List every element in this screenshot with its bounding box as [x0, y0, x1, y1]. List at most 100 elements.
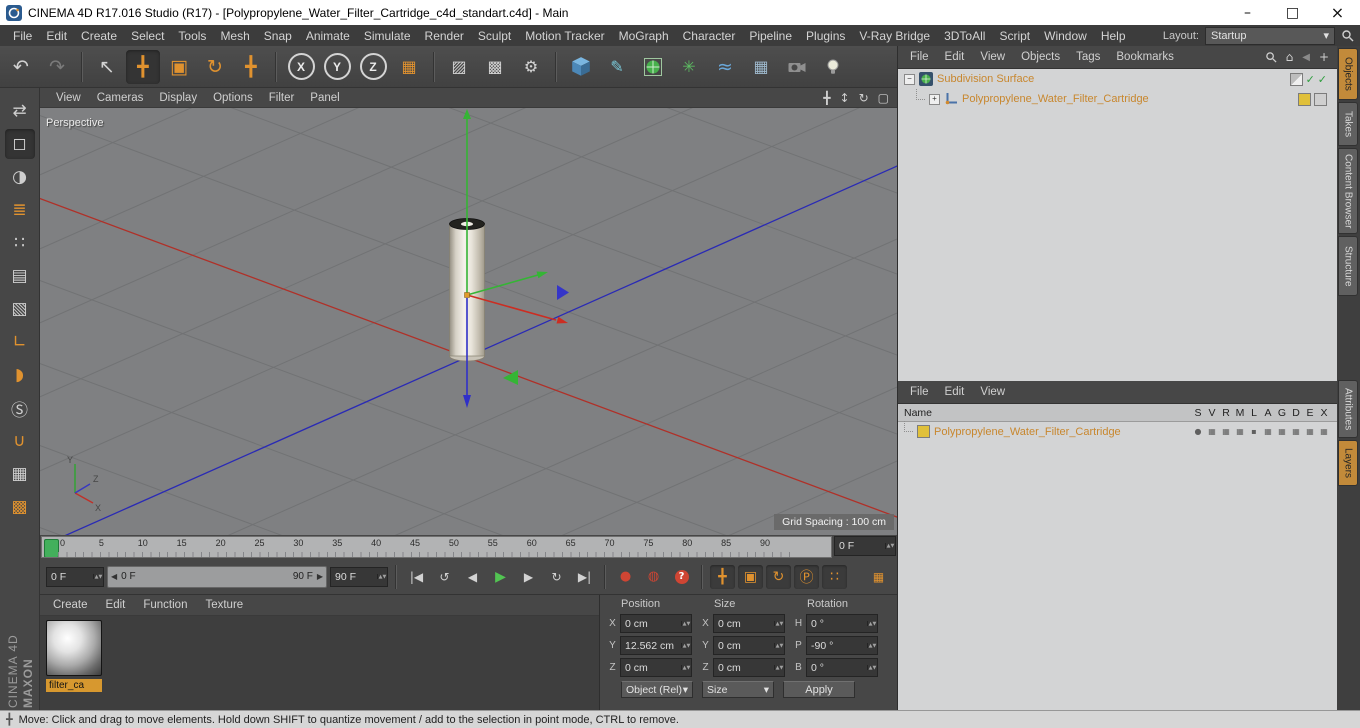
- tab-layers[interactable]: Layers: [1338, 440, 1358, 486]
- layer-manager-menu-item[interactable]: File: [902, 386, 937, 398]
- slider-left-handle-icon[interactable]: ◀: [111, 572, 117, 581]
- rotation-h-field[interactable]: 0 ° ▲▼: [806, 614, 878, 633]
- layer-manager-menu-item[interactable]: Edit: [937, 386, 973, 398]
- object-manager[interactable]: − Subdivision Surface ✓ ✓ + Polypropylen…: [898, 69, 1337, 381]
- menu-item[interactable]: Render: [418, 27, 471, 45]
- viewport-3d-canvas[interactable]: Y X Z Perspective Grid Spacing : 100 cm: [40, 108, 897, 535]
- enable-axis-button[interactable]: ∟: [5, 327, 35, 357]
- size-mode-dropdown[interactable]: Size ▾: [702, 681, 774, 698]
- frame-number-field[interactable]: 0 F ▲▼: [46, 566, 104, 587]
- layer-flag-icon[interactable]: ▦: [1289, 427, 1303, 436]
- edges-mode-button[interactable]: ▤: [5, 261, 35, 291]
- lock-x-button[interactable]: X: [284, 50, 318, 84]
- viewport-menu-item[interactable]: Cameras: [89, 92, 152, 104]
- tab-takes[interactable]: Takes: [1338, 102, 1358, 146]
- viewport-menu-item[interactable]: Filter: [261, 92, 303, 104]
- material-menu-item[interactable]: Edit: [97, 599, 135, 611]
- viewport-menu-item[interactable]: Options: [205, 92, 261, 104]
- spinner-icon[interactable]: ▲▼: [867, 620, 877, 627]
- key-interpolation-button[interactable]: ▦: [866, 565, 891, 589]
- camera-pan-icon[interactable]: ╋: [823, 91, 830, 105]
- tab-attributes[interactable]: Attributes: [1338, 380, 1358, 438]
- viewport-menu-item[interactable]: Display: [151, 92, 205, 104]
- model-mode-button[interactable]: ◻: [4, 129, 35, 159]
- spinner-icon[interactable]: ▲▼: [681, 620, 691, 627]
- end-frame-field[interactable]: 90 F ▲▼: [330, 566, 388, 587]
- spinner-icon[interactable]: ▲▼: [774, 620, 784, 627]
- polygons-mode-button[interactable]: ▧: [5, 294, 35, 324]
- material-list[interactable]: filter_ca: [40, 616, 599, 710]
- redo-button[interactable]: ↷: [40, 50, 74, 84]
- object-manager-menu-item[interactable]: Bookmarks: [1108, 51, 1182, 63]
- soft-selection-button[interactable]: Ⓢ: [5, 393, 35, 423]
- menu-item[interactable]: Simulate: [357, 27, 418, 45]
- apply-button[interactable]: Apply: [783, 681, 855, 698]
- toggle-view-icon[interactable]: ▢: [878, 91, 889, 105]
- tag-icon[interactable]: [1289, 72, 1303, 86]
- frame-range-slider[interactable]: ◀ 0 F 90 F ▶: [107, 565, 327, 588]
- timeline-ruler[interactable]: 0 5 10 15 20 25 30 35 40 45 50 55 60 65 70 75 80 85 90: [41, 536, 832, 558]
- layer-column-header[interactable]: D: [1289, 407, 1303, 419]
- layer-column-header[interactable]: R: [1219, 407, 1233, 419]
- layer-flag-icon[interactable]: ▦: [1233, 427, 1247, 436]
- texture-mode-button[interactable]: ◑: [5, 162, 35, 192]
- size-z-field[interactable]: 0 cm ▲▼: [713, 658, 785, 677]
- rotate-tool-button[interactable]: ↻: [198, 50, 232, 84]
- move-tool-button[interactable]: ╋: [126, 49, 160, 84]
- menu-item[interactable]: MoGraph: [612, 27, 676, 45]
- object-row[interactable]: + Polypropylene_Water_Filter_Cartridge: [898, 88, 1337, 109]
- object-manager-menu-item[interactable]: Objects: [1013, 51, 1068, 63]
- menu-item[interactable]: Sculpt: [471, 27, 518, 45]
- add-camera-button[interactable]: [780, 50, 814, 84]
- add-subdivision-surface-button[interactable]: [636, 50, 670, 84]
- undo-button[interactable]: ↶: [4, 50, 38, 84]
- menu-item[interactable]: Help: [1094, 27, 1133, 45]
- spinner-icon[interactable]: ▲▼: [681, 642, 691, 649]
- tag-icon[interactable]: [1314, 92, 1327, 106]
- layer-column-header[interactable]: A: [1261, 407, 1275, 419]
- menu-item[interactable]: Plugins: [799, 27, 852, 45]
- spinner-icon[interactable]: ▲▼: [885, 543, 895, 549]
- render-picture-viewer-button[interactable]: ▩: [478, 50, 512, 84]
- spinner-icon[interactable]: ▲▼: [93, 573, 103, 580]
- live-selection-button[interactable]: ↖: [90, 50, 124, 84]
- previous-key-button[interactable]: ↺: [432, 565, 457, 589]
- close-button[interactable]: ×: [1315, 0, 1360, 25]
- layer-column-header[interactable]: G: [1275, 407, 1289, 419]
- layer-column-header[interactable]: M: [1233, 407, 1247, 419]
- minimize-button[interactable]: –: [1225, 0, 1270, 25]
- layer-flag-icon[interactable]: ▦: [1275, 427, 1289, 436]
- current-frame-marker[interactable]: [44, 539, 59, 557]
- position-x-field[interactable]: 0 cm ▲▼: [620, 614, 692, 633]
- render-view-button[interactable]: ▨: [442, 50, 476, 84]
- spinner-icon[interactable]: ▲▼: [774, 642, 784, 649]
- coordinate-system-button[interactable]: ▦: [392, 50, 426, 84]
- viewport-menu-item[interactable]: View: [48, 92, 89, 104]
- current-frame-field[interactable]: 0 F ▲▼: [834, 536, 896, 556]
- material-menu-item[interactable]: Texture: [196, 599, 252, 611]
- key-pla-button[interactable]: ∷: [822, 564, 847, 589]
- uv-mode-button[interactable]: ≣: [5, 195, 35, 225]
- object-name[interactable]: Subdivision Surface: [937, 73, 1034, 85]
- material-menu-item[interactable]: Create: [44, 599, 97, 611]
- lock-z-button[interactable]: Z: [356, 50, 390, 84]
- points-mode-button[interactable]: ∷: [5, 228, 35, 258]
- enabled-check-icon[interactable]: ✓: [1306, 73, 1315, 86]
- menu-item[interactable]: Create: [74, 27, 124, 45]
- layer-column-header[interactable]: L: [1247, 407, 1261, 419]
- autokey-button[interactable]: ◍: [641, 565, 666, 589]
- next-frame-button[interactable]: ▶: [516, 565, 541, 589]
- render-settings-button[interactable]: ⚙: [514, 50, 548, 84]
- layer-flag-icon[interactable]: ▪: [1247, 427, 1261, 436]
- tab-content-browser[interactable]: Content Browser: [1338, 148, 1358, 234]
- menu-item[interactable]: Mesh: [213, 27, 256, 45]
- menu-item[interactable]: Character: [676, 27, 743, 45]
- camera-rotate-icon[interactable]: ↻: [859, 91, 869, 105]
- make-editable-button[interactable]: ⇄: [5, 96, 35, 126]
- enabled-check-icon[interactable]: ✓: [1318, 73, 1327, 86]
- layer-column-header[interactable]: E: [1303, 407, 1317, 419]
- next-key-button[interactable]: ↻: [544, 565, 569, 589]
- key-rotation-button[interactable]: ↻: [766, 564, 791, 589]
- previous-frame-button[interactable]: ◀: [460, 565, 485, 589]
- menu-item[interactable]: File: [6, 27, 39, 45]
